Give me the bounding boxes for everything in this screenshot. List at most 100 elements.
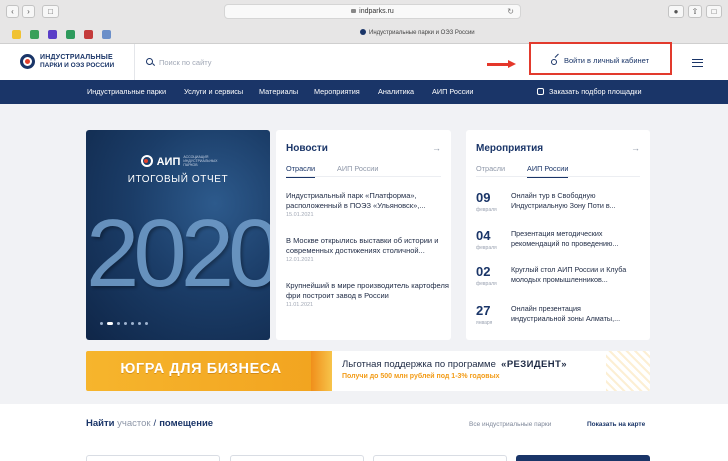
event-title: Онлайн тур в Свободную Индустриальную Зо…: [511, 191, 616, 210]
login-button[interactable]: Войти в личный кабинет: [530, 52, 670, 68]
nav-item-services[interactable]: Услуги и сервисы: [184, 80, 243, 104]
news-item-date: 11.01.2021: [286, 302, 314, 308]
news-item-date: 15.01.2021: [286, 212, 314, 218]
arrow-right-icon[interactable]: →: [432, 143, 441, 153]
back-icon[interactable]: ‹: [6, 5, 19, 18]
url-text: indparks.ru: [359, 8, 394, 15]
main-nav: Индустриальные парки Услуги и сервисы Ма…: [0, 80, 728, 104]
new-tab-icon[interactable]: □: [706, 5, 722, 18]
find-separator: /: [153, 418, 157, 429]
slider-dot[interactable]: [145, 322, 148, 325]
list-item[interactable]: 04 февраля Презентация методических реко…: [476, 228, 636, 258]
nav-item-aip[interactable]: АИП России: [432, 80, 473, 104]
nav-item-analytics[interactable]: Аналитика: [378, 80, 414, 104]
nav-item-industrial-parks[interactable]: Индустриальные парки: [87, 80, 166, 104]
search-icon[interactable]: [146, 58, 153, 65]
event-month: февраля: [476, 207, 497, 213]
event-month: января: [476, 320, 493, 326]
slider-dot[interactable]: [107, 322, 113, 325]
hero-logo: АИП АССОЦИАЦИЯ ИНДУСТРИАЛЬНЫХ ПАРКОВ: [86, 152, 270, 170]
banner-decoration: [606, 351, 650, 391]
slider-dot[interactable]: [117, 322, 120, 325]
favicon-icon: [360, 29, 366, 35]
aip-logo-icon: [140, 155, 153, 167]
layers-icon: [537, 88, 544, 95]
list-item[interactable]: 02 февраля Круглый стол АИП России и Клу…: [476, 264, 636, 294]
news-title[interactable]: Новости: [286, 143, 328, 154]
events-title[interactable]: Мероприятия: [476, 143, 543, 154]
event-month: февраля: [476, 245, 497, 251]
bookmark-icon[interactable]: [102, 30, 111, 39]
slider-dot[interactable]: [138, 322, 141, 325]
bookmark-icon[interactable]: [48, 30, 57, 39]
event-day: 27: [476, 303, 491, 318]
divider: [286, 176, 441, 177]
find-section: [0, 404, 728, 461]
arrow-right-icon[interactable]: →: [631, 143, 640, 153]
order-site-label: Заказать подбор площадки: [549, 87, 642, 96]
event-day: 09: [476, 190, 491, 205]
list-item[interactable]: В Москве открылись выставки об истории и…: [286, 236, 451, 263]
promo-banner[interactable]: ЮГРА ДЛЯ БИЗНЕСА Льготная поддержка по п…: [86, 351, 650, 391]
divider: [476, 176, 640, 177]
show-on-map-link[interactable]: Показать на карте: [587, 421, 645, 428]
find-tab-premises[interactable]: помещение: [159, 418, 213, 429]
logo-mark-icon: [20, 54, 35, 69]
event-title: Круглый стол АИП России и Клуба молодых …: [511, 265, 627, 284]
annotation-arrow: [487, 60, 517, 68]
list-item[interactable]: 09 февраля Онлайн тур в Свободную Индуст…: [476, 190, 636, 220]
events-card: Мероприятия → Отрасли АИП России 09 февр…: [466, 130, 650, 340]
hero-brand-sub: АССОЦИАЦИЯ ИНДУСТРИАЛЬНЫХ ПАРКОВ: [183, 155, 218, 167]
event-month: февраля: [476, 281, 497, 287]
slider-dot[interactable]: [131, 322, 134, 325]
filter-field[interactable]: [86, 455, 220, 461]
all-parks-link[interactable]: Все индустриальные парки: [469, 421, 551, 428]
browser-tab[interactable]: Индустриальные парки и ОЭЗ России: [360, 29, 475, 36]
search-input[interactable]: [159, 55, 459, 69]
hamburger-menu-icon[interactable]: [692, 59, 703, 67]
event-title: Презентация методических рекомендаций по…: [511, 229, 619, 248]
nav-item-events[interactable]: Мероприятия: [314, 80, 360, 104]
hero-slider[interactable]: АИП АССОЦИАЦИЯ ИНДУСТРИАЛЬНЫХ ПАРКОВ ИТОГ…: [86, 130, 270, 340]
reload-icon[interactable]: ↻: [507, 5, 514, 18]
list-item[interactable]: Индустриальный парк «Платформа», располо…: [286, 191, 451, 218]
banner-line2: Получи до 500 млн рублей под 1-3% годовы…: [342, 373, 500, 380]
find-title: Найти участок / помещение: [86, 418, 213, 429]
bookmark-icon[interactable]: [30, 30, 39, 39]
share-icon[interactable]: ⇧: [688, 5, 702, 18]
nav-item-materials[interactable]: Материалы: [259, 80, 298, 104]
list-item[interactable]: Крупнейший в мире производитель картофел…: [286, 281, 451, 308]
slider-dot[interactable]: [100, 322, 103, 325]
news-card: Новости → Отрасли АИП России Индустриаль…: [276, 130, 451, 340]
news-item-date: 12.01.2021: [286, 257, 314, 263]
key-icon: [550, 56, 559, 65]
filter-field[interactable]: [230, 455, 364, 461]
news-item-title: В Москве открылись выставки об истории и…: [286, 236, 439, 255]
order-site-button[interactable]: Заказать подбор площадки: [537, 80, 642, 104]
bookmark-icon[interactable]: [66, 30, 75, 39]
slider-dot[interactable]: [124, 322, 127, 325]
bookmark-icon[interactable]: [12, 30, 21, 39]
search-box: [134, 44, 514, 80]
banner-headline: ЮГРА ДЛЯ БИЗНЕСА: [120, 361, 282, 377]
hero-brand: АИП: [156, 156, 181, 168]
banner-line1-text: Льготная поддержка по программе: [342, 359, 496, 370]
address-bar[interactable]: indparks.ru ↻: [224, 4, 521, 19]
event-title: Онлайн презентация индустриальной зоны А…: [511, 304, 621, 323]
download-icon[interactable]: ●: [668, 5, 684, 18]
event-day: 02: [476, 264, 491, 279]
list-item[interactable]: 27 января Онлайн презентация индустриаль…: [476, 303, 636, 333]
bookmark-icon[interactable]: [84, 30, 93, 39]
forward-icon[interactable]: ›: [22, 5, 35, 18]
event-day: 04: [476, 228, 491, 243]
banner-program: «РЕЗИДЕНТ»: [501, 359, 567, 370]
browser-chrome: ‹ › □ indparks.ru ↻ ● ⇧ □ Индустриальные…: [0, 0, 728, 44]
find-tab-plot[interactable]: участок: [117, 418, 150, 429]
tab-title: Индустриальные парки и ОЭЗ России: [369, 30, 475, 36]
sidebar-icon[interactable]: □: [42, 5, 59, 18]
slider-dots: [100, 321, 160, 327]
filter-submit-button[interactable]: [516, 455, 650, 461]
news-item-title: Индустриальный парк «Платформа», располо…: [286, 191, 426, 210]
filter-field[interactable]: [373, 455, 507, 461]
find-word-find: Найти: [86, 418, 115, 429]
